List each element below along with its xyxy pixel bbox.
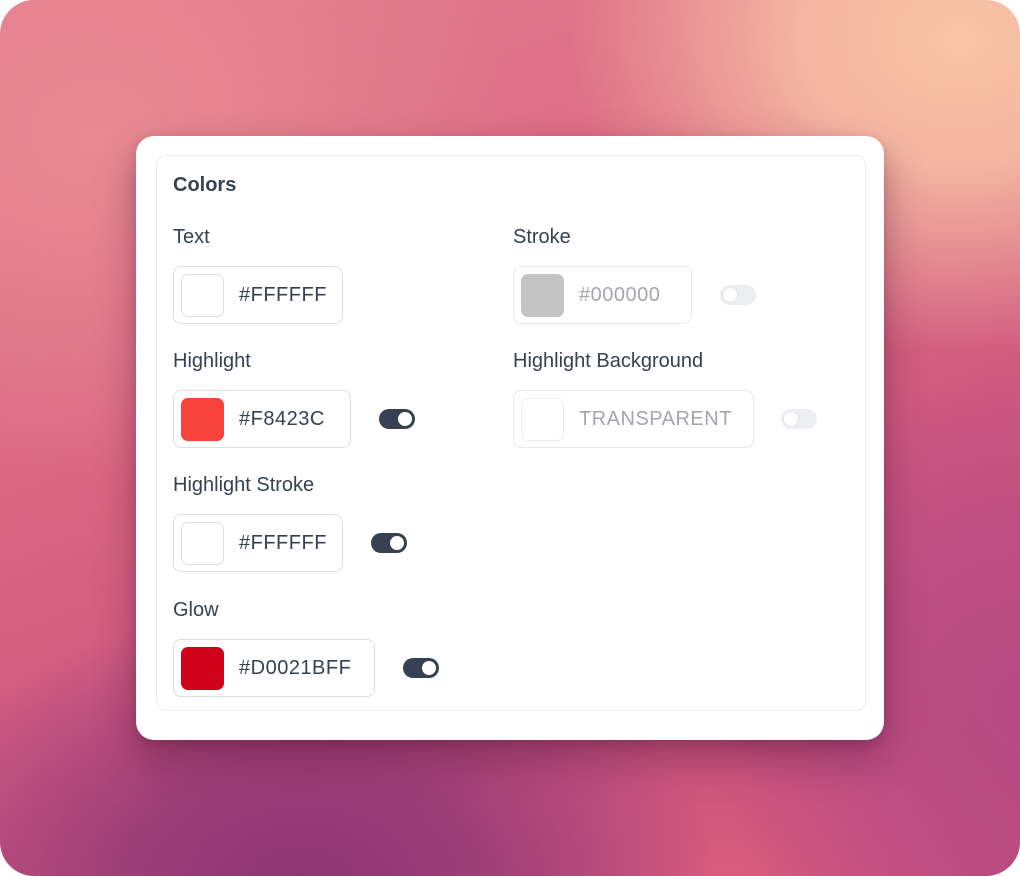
text-color-label: Text xyxy=(173,226,210,248)
stroke-color-picker[interactable]: #000000 xyxy=(513,266,692,324)
section-title: Colors xyxy=(173,174,237,196)
highlight-stroke-swatch[interactable] xyxy=(181,522,224,565)
toggle-knob xyxy=(723,288,737,302)
colors-section: Colors Text #FFFFFF Stroke #000000 Highl… xyxy=(156,155,866,711)
highlight-background-label: Highlight Background xyxy=(513,350,704,372)
highlight-stroke-picker[interactable]: #FFFFFF xyxy=(173,514,343,572)
toggle-knob xyxy=(390,536,404,550)
glow-color-label: Glow xyxy=(173,599,219,621)
highlight-stroke-value[interactable]: #FFFFFF xyxy=(239,515,327,571)
highlight-stroke-toggle[interactable] xyxy=(371,533,407,553)
highlight-background-swatch[interactable] xyxy=(521,398,564,441)
toggle-knob xyxy=(398,412,412,426)
highlight-color-value[interactable]: #F8423C xyxy=(239,391,325,447)
text-color-picker[interactable]: #FFFFFF xyxy=(173,266,343,324)
highlight-color-label: Highlight xyxy=(173,350,251,372)
highlight-stroke-label: Highlight Stroke xyxy=(173,474,315,496)
highlight-background-picker[interactable]: TRANSPARENT xyxy=(513,390,754,448)
glow-toggle[interactable] xyxy=(403,658,439,678)
toggle-knob xyxy=(422,661,436,675)
highlight-toggle[interactable] xyxy=(379,409,415,429)
text-color-swatch[interactable] xyxy=(181,274,224,317)
desktop-background: Colors Text #FFFFFF Stroke #000000 Highl… xyxy=(0,0,1020,876)
highlight-background-toggle[interactable] xyxy=(781,409,817,429)
highlight-color-swatch[interactable] xyxy=(181,398,224,441)
glow-color-swatch[interactable] xyxy=(181,647,224,690)
stroke-toggle[interactable] xyxy=(720,285,756,305)
toggle-knob xyxy=(784,412,798,426)
stroke-color-label: Stroke xyxy=(513,226,571,248)
highlight-background-value[interactable]: TRANSPARENT xyxy=(579,391,732,447)
stroke-color-value[interactable]: #000000 xyxy=(579,267,660,323)
stroke-color-swatch[interactable] xyxy=(521,274,564,317)
highlight-color-picker[interactable]: #F8423C xyxy=(173,390,351,448)
colors-panel: Colors Text #FFFFFF Stroke #000000 Highl… xyxy=(136,136,884,740)
text-color-value[interactable]: #FFFFFF xyxy=(239,267,327,323)
glow-color-picker[interactable]: #D0021BFF xyxy=(173,639,375,697)
glow-color-value[interactable]: #D0021BFF xyxy=(239,640,351,696)
